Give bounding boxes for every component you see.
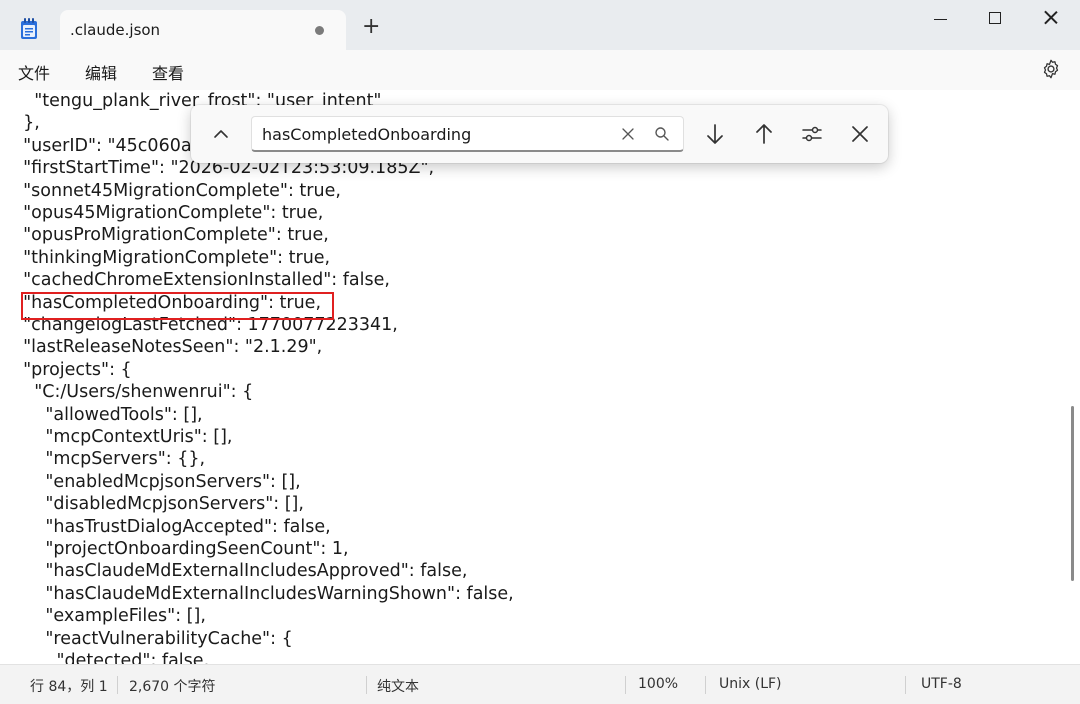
- code-line: "projects": {: [12, 360, 132, 380]
- code-line: "C:/Users/shenwenrui": {: [12, 382, 254, 402]
- scrollbar-thumb[interactable]: [1071, 406, 1074, 581]
- status-format: 纯文本: [377, 679, 419, 695]
- code-line: "detected": false,: [12, 651, 210, 664]
- find-query-text: hasCompletedOnboarding: [262, 125, 472, 144]
- new-tab-button[interactable]: +: [362, 16, 380, 38]
- code-line: "enabledMcpjsonServers": [],: [12, 472, 301, 492]
- unsaved-dot-icon[interactable]: [315, 26, 324, 35]
- menu-view[interactable]: 查看: [152, 60, 184, 84]
- code-line: "thinkingMigrationComplete": true,: [12, 248, 331, 268]
- find-panel: hasCompletedOnboarding: [191, 105, 888, 163]
- status-cursor-position: 行 84，列 1: [30, 679, 108, 695]
- search-icon[interactable]: [654, 126, 670, 142]
- gear-icon[interactable]: [1040, 58, 1062, 80]
- clear-icon[interactable]: [620, 126, 636, 142]
- minimize-button[interactable]: [920, 8, 960, 28]
- code-line: "lastReleaseNotesSeen": "2.1.29",: [12, 337, 323, 357]
- status-char-count: 2,670 个字符: [129, 679, 216, 695]
- code-line: "hasClaudeMdExternalIncludesWarningShown…: [12, 584, 514, 604]
- code-line: },: [12, 113, 40, 133]
- chevron-up-icon[interactable]: [210, 123, 232, 145]
- code-line: "sonnet45MigrationComplete": true,: [12, 181, 341, 201]
- menu-edit[interactable]: 编辑: [85, 60, 117, 84]
- menu-file[interactable]: 文件: [18, 60, 50, 84]
- close-icon[interactable]: [848, 122, 872, 146]
- find-input[interactable]: hasCompletedOnboarding: [251, 116, 684, 152]
- code-line: "allowedTools": [],: [12, 405, 203, 425]
- code-line: "mcpContextUris": [],: [12, 427, 233, 447]
- code-line: "opusProMigrationComplete": true,: [12, 225, 329, 245]
- status-line-ending: Unix (LF): [719, 676, 782, 692]
- maximize-button[interactable]: [974, 8, 1014, 28]
- code-line: "disabledMcpjsonServers": [],: [12, 494, 304, 514]
- close-window-button[interactable]: [1030, 8, 1070, 28]
- options-sliders-icon[interactable]: [800, 122, 824, 146]
- code-line: "exampleFiles": [],: [12, 606, 206, 626]
- code-line: "reactVulnerabilityCache": {: [12, 629, 293, 649]
- code-line: "userID": "45c060a: [12, 136, 192, 156]
- status-bar: 行 84，列 1 2,670 个字符 纯文本 100% Unix (LF) UT…: [0, 664, 1080, 704]
- code-line: "hasTrustDialogAccepted": false,: [12, 517, 331, 537]
- code-line: "opus45MigrationComplete": true,: [12, 203, 324, 223]
- notepad-icon: [21, 18, 37, 39]
- status-encoding: UTF-8: [921, 676, 962, 692]
- code-line: "projectOnboardingSeenCount": 1,: [12, 539, 349, 559]
- tab-title: .claude.json: [70, 21, 161, 39]
- arrow-up-icon[interactable]: [752, 122, 776, 146]
- title-bar: .claude.json +: [0, 0, 1080, 50]
- text-editor[interactable]: "tengu_plank_river_frost": "user_intent"…: [0, 90, 1066, 664]
- annotation-highlight-box: [21, 292, 334, 320]
- code-line: "cachedChromeExtensionInstalled": false,: [12, 270, 390, 290]
- code-line: "mcpServers": {},: [12, 449, 206, 469]
- status-zoom[interactable]: 100%: [638, 676, 678, 692]
- tab-file[interactable]: .claude.json: [60, 10, 346, 50]
- vertical-scrollbar[interactable]: [1066, 90, 1080, 664]
- menu-bar: 文件 编辑 查看: [0, 50, 1080, 90]
- arrow-down-icon[interactable]: [703, 122, 727, 146]
- code-line: "hasClaudeMdExternalIncludesApproved": f…: [12, 561, 468, 581]
